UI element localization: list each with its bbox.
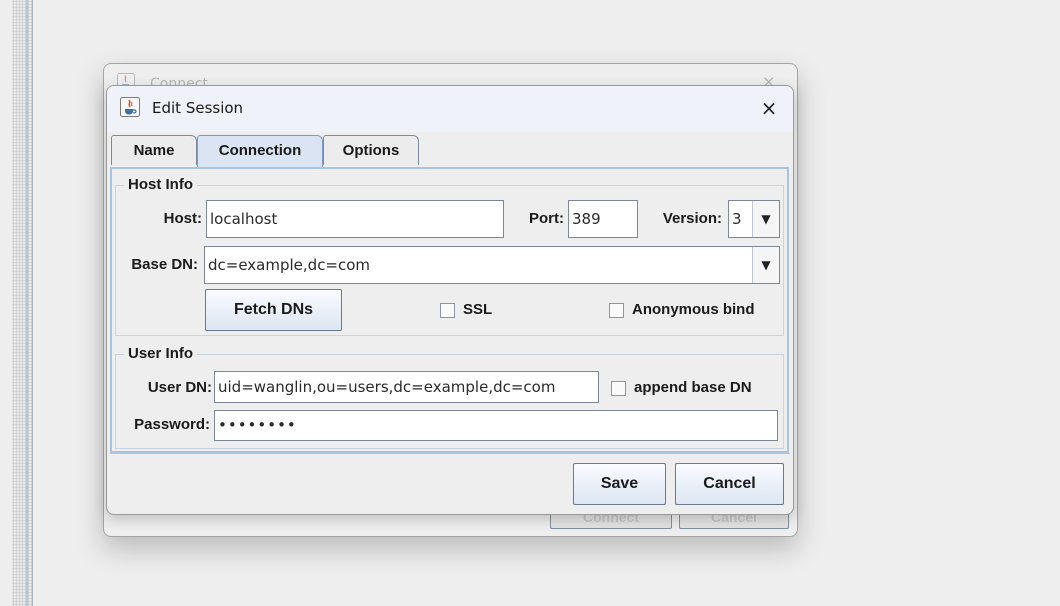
host-info-legend: Host Info [124, 176, 197, 193]
host-info-group: Host Info Host: localhost Port: 389 Vers… [115, 176, 784, 336]
host-input[interactable]: localhost [206, 200, 504, 238]
connection-tab-panel: Host Info Host: localhost Port: 389 Vers… [110, 167, 789, 453]
version-select[interactable]: 3 ▼ [728, 200, 780, 238]
version-value: 3 [732, 210, 742, 228]
tab-options[interactable]: Options [323, 135, 419, 165]
base-dn-label: Base DN: [131, 256, 198, 273]
dialog-title: Edit Session [152, 99, 244, 117]
chevron-down-icon[interactable]: ▼ [752, 247, 779, 283]
append-base-dn-checkbox[interactable] [611, 381, 626, 396]
base-dn-select[interactable]: dc=example,dc=com ▼ [204, 246, 780, 284]
window-edge-strip [12, 0, 33, 606]
base-dn-value: dc=example,dc=com [208, 256, 371, 274]
save-button[interactable]: Save [573, 463, 666, 505]
tab-connection[interactable]: Connection [197, 135, 323, 168]
fetch-dns-button[interactable]: Fetch DNs [205, 289, 342, 331]
user-dn-input[interactable]: uid=wanglin,ou=users,dc=example,dc=com [214, 371, 599, 403]
anonymous-bind-label: Anonymous bind [632, 301, 755, 318]
user-dn-label: User DN: [147, 379, 212, 396]
edit-session-dialog: Edit Session × Name Connection Options H… [106, 85, 794, 515]
dialog-titlebar[interactable]: Edit Session × [107, 86, 793, 132]
footer-divider [110, 453, 790, 454]
tab-name[interactable]: Name [111, 135, 197, 165]
dialog-footer: Save Cancel [107, 453, 793, 514]
close-icon[interactable]: × [755, 94, 783, 122]
chevron-down-icon[interactable]: ▼ [752, 201, 779, 237]
java-cup-icon [120, 97, 140, 117]
user-info-legend: User Info [124, 345, 198, 362]
port-label: Port: [529, 210, 564, 227]
ssl-checkbox[interactable] [440, 303, 455, 318]
anonymous-bind-checkbox[interactable] [609, 303, 624, 318]
password-label: Password: [134, 416, 210, 433]
user-info-group: User Info User DN: uid=wanglin,ou=users,… [115, 345, 784, 449]
password-input[interactable]: •••••••• [214, 410, 778, 441]
append-base-dn-label: append base DN [634, 379, 752, 396]
port-input[interactable]: 389 [568, 200, 638, 238]
ssl-label: SSL [463, 301, 493, 318]
version-label: Version: [662, 210, 722, 227]
cancel-button[interactable]: Cancel [675, 463, 784, 505]
host-label: Host: [163, 210, 202, 227]
